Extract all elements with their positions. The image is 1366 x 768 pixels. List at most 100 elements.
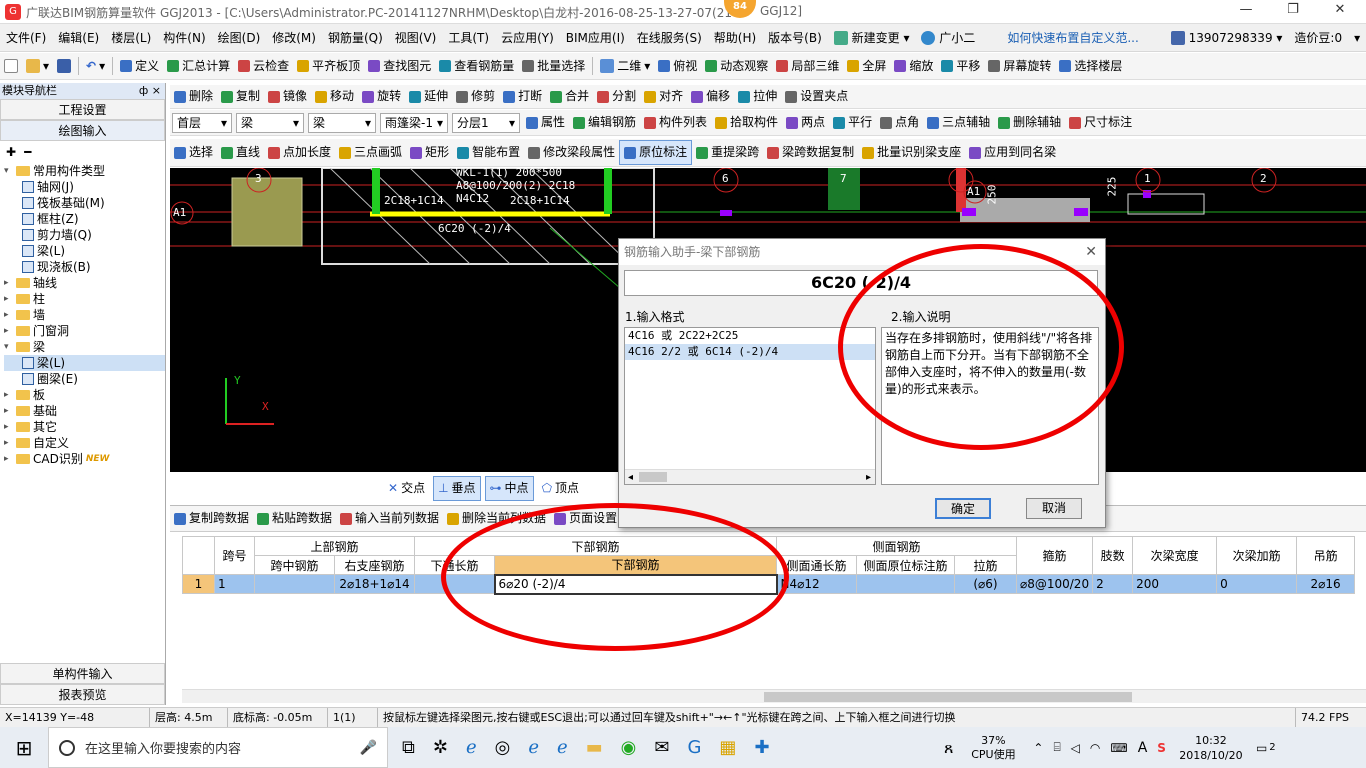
tb1-button-4[interactable]: 查找图元 bbox=[364, 54, 435, 79]
add-app-icon[interactable]: ✚ bbox=[754, 737, 769, 758]
drawing-input-button[interactable]: 绘图输入 bbox=[0, 120, 165, 141]
tb2-button-0[interactable]: 删除 bbox=[170, 84, 217, 109]
menu-item-5[interactable]: 修改(M) bbox=[266, 24, 322, 52]
tree-toggle-icon[interactable]: ▸ bbox=[4, 291, 13, 307]
tb2-button-3[interactable]: 移动 bbox=[311, 84, 358, 109]
mail-icon[interactable]: ✉ bbox=[654, 737, 669, 758]
tree-item-6[interactable]: 现浇板(B) bbox=[4, 259, 165, 275]
span-tool-button-1[interactable]: 粘贴跨数据 bbox=[253, 506, 336, 531]
restore-button[interactable]: ❐ bbox=[1273, 2, 1313, 20]
tb4-button-8[interactable]: 重提梁跨 bbox=[692, 140, 763, 165]
tree-item-7[interactable]: ▸ 轴线 bbox=[4, 275, 165, 291]
tb3-button-8[interactable]: 删除辅轴 bbox=[994, 110, 1065, 135]
cell-side-local[interactable] bbox=[856, 574, 955, 594]
ie-browser-icon-2[interactable]: ℯ bbox=[557, 737, 568, 758]
tb1-button-0[interactable]: 定义 bbox=[116, 54, 163, 79]
scroll-left-icon[interactable]: ◂ bbox=[625, 472, 633, 483]
tree-item-3[interactable]: 框柱(Z) bbox=[4, 211, 165, 227]
tb1r-button-3[interactable]: 全屏 bbox=[843, 54, 890, 79]
edge-browser-icon[interactable]: ℯ bbox=[528, 737, 539, 758]
tb2-button-2[interactable]: 镜像 bbox=[264, 84, 311, 109]
ie-browser-icon[interactable]: ℯ bbox=[466, 737, 477, 758]
new-change-menu[interactable]: 新建变更 ▾ bbox=[828, 24, 916, 52]
tree-item-13[interactable]: 圈梁(E) bbox=[4, 371, 165, 387]
tb4-button-0[interactable]: 选择 bbox=[170, 140, 217, 165]
cpu-usage[interactable]: 37% CPU使用 bbox=[963, 734, 1023, 762]
tree-item-14[interactable]: ▸ 板 bbox=[4, 387, 165, 403]
tree-item-9[interactable]: ▸ 墙 bbox=[4, 307, 165, 323]
save-button[interactable] bbox=[53, 54, 75, 79]
sogou-icon[interactable]: S bbox=[1157, 741, 1166, 755]
tb3-button-9[interactable]: 尺寸标注 bbox=[1065, 110, 1136, 135]
tree-item-0[interactable]: ▾ 常用构件类型 bbox=[4, 163, 165, 179]
tree-item-11[interactable]: ▾ 梁 bbox=[4, 339, 165, 355]
snap-0-button[interactable]: ✕ 交点 bbox=[384, 476, 429, 501]
microphone-icon[interactable]: 🎤 bbox=[360, 740, 387, 756]
tree-item-1[interactable]: 轴网(J) bbox=[4, 179, 165, 195]
undo-button[interactable]: ↶ ▾ bbox=[82, 54, 109, 79]
pin-close-icon[interactable]: ф × bbox=[139, 83, 165, 99]
cell-right[interactable]: 2⌀18+1⌀14 bbox=[334, 574, 415, 594]
clock[interactable]: 10:32 2018/10/20 bbox=[1176, 733, 1246, 763]
windows-start-icon[interactable]: ⊞ bbox=[0, 736, 48, 760]
ok-button[interactable]: 确定 bbox=[935, 498, 991, 519]
tree-toggle-icon[interactable]: ▾ bbox=[4, 163, 13, 179]
tree-toggle-icon[interactable]: ▸ bbox=[4, 403, 13, 419]
tb1-button-3[interactable]: 平齐板顶 bbox=[293, 54, 364, 79]
tree-toggle-icon[interactable]: ▸ bbox=[4, 419, 13, 435]
snap-2-button[interactable]: ⊶ 中点 bbox=[484, 476, 534, 501]
open-file-button[interactable]: ▾ bbox=[22, 54, 53, 79]
tb4-button-2[interactable]: 点加长度 bbox=[264, 140, 335, 165]
span-tool-button-0[interactable]: 复制跨数据 bbox=[170, 506, 253, 531]
tb2-button-13[interactable]: 设置夹点 bbox=[781, 84, 852, 109]
tb2-button-5[interactable]: 延伸 bbox=[405, 84, 452, 109]
speaker-icon[interactable]: ◁ bbox=[1071, 741, 1080, 755]
cell-mid[interactable] bbox=[254, 574, 335, 594]
subtype-select[interactable]: 梁 ▾ bbox=[308, 112, 376, 133]
tb1r-button-5[interactable]: 平移 bbox=[937, 54, 984, 79]
menu-item-2[interactable]: 楼层(L) bbox=[105, 24, 157, 52]
tb1r-button-2[interactable]: 局部三维 bbox=[772, 54, 843, 79]
guang-menu[interactable]: 广小二 bbox=[915, 24, 981, 52]
tb2-button-6[interactable]: 修剪 bbox=[452, 84, 499, 109]
menu-item-7[interactable]: 视图(V) bbox=[389, 24, 443, 52]
tb3-button-7[interactable]: 三点辅轴 bbox=[923, 110, 994, 135]
scroll-right-icon[interactable]: ▸ bbox=[866, 470, 871, 485]
people-icon[interactable]: ጸ bbox=[944, 738, 953, 758]
file-explorer-icon[interactable]: ▬ bbox=[586, 737, 603, 758]
tb4-button-6[interactable]: 修改梁段属性 bbox=[524, 140, 619, 165]
cell-sec-add[interactable]: 0 bbox=[1216, 574, 1298, 594]
tb4-button-7[interactable]: 原位标注 bbox=[619, 140, 693, 165]
tb2-button-7[interactable]: 打断 bbox=[499, 84, 546, 109]
tree-item-5[interactable]: 梁(L) bbox=[4, 243, 165, 259]
menu-item-9[interactable]: 云应用(Y) bbox=[495, 24, 560, 52]
tree-item-16[interactable]: ▸ 其它 bbox=[4, 419, 165, 435]
tb4-button-11[interactable]: 应用到同名梁 bbox=[965, 140, 1060, 165]
notes-app-icon[interactable]: ▦ bbox=[719, 737, 736, 758]
menu-item-0[interactable]: 文件(F) bbox=[0, 24, 52, 52]
close-window-button[interactable]: ✕ bbox=[1320, 2, 1360, 20]
task-view-icon[interactable]: ⧉ bbox=[402, 737, 415, 758]
menu-overflow[interactable]: ▾ bbox=[1348, 24, 1366, 52]
tb4-button-9[interactable]: 梁跨数据复制 bbox=[763, 140, 858, 165]
menu-item-12[interactable]: 帮助(H) bbox=[708, 24, 762, 52]
tb1-button-5[interactable]: 查看钢筋量 bbox=[435, 54, 518, 79]
tb2-button-4[interactable]: 旋转 bbox=[358, 84, 405, 109]
tree-toggle-icon[interactable]: ▸ bbox=[4, 387, 13, 403]
menu-item-11[interactable]: 在线服务(S) bbox=[631, 24, 708, 52]
tree-item-15[interactable]: ▸ 基础 bbox=[4, 403, 165, 419]
tb3-button-5[interactable]: 平行 bbox=[829, 110, 876, 135]
menu-item-1[interactable]: 编辑(E) bbox=[52, 24, 105, 52]
new-file-button[interactable] bbox=[0, 54, 22, 79]
tb1r-button-7[interactable]: 选择楼层 bbox=[1055, 54, 1126, 79]
single-component-input-button[interactable]: 单构件输入 bbox=[0, 663, 165, 684]
wifi-icon[interactable]: ◠ bbox=[1090, 741, 1100, 755]
tb1r-button-4[interactable]: 缩放 bbox=[890, 54, 937, 79]
help-link[interactable]: 如何快速布置自定义范... bbox=[1001, 24, 1144, 52]
menu-item-6[interactable]: 钢筋量(Q) bbox=[322, 24, 389, 52]
tree-item-2[interactable]: 筏板基础(M) bbox=[4, 195, 165, 211]
minimize-button[interactable]: — bbox=[1226, 2, 1266, 20]
menu-item-3[interactable]: 构件(N) bbox=[157, 24, 211, 52]
tb2-button-1[interactable]: 复制 bbox=[217, 84, 264, 109]
collapse-all-icon[interactable]: ━ bbox=[24, 145, 31, 159]
